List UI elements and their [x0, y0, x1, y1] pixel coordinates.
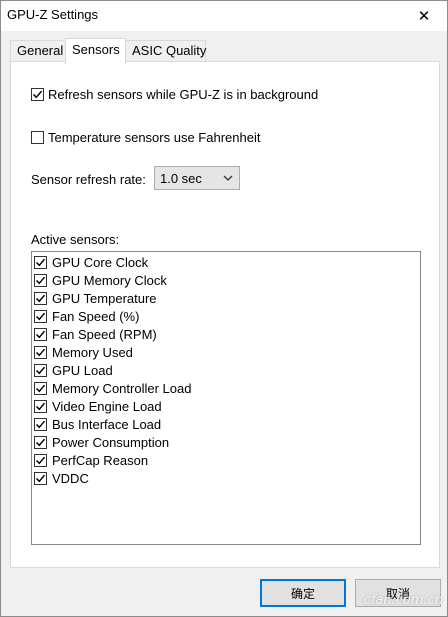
- sensor-checkbox[interactable]: [34, 453, 47, 467]
- sensor-item[interactable]: Bus Interface Load: [34, 415, 161, 433]
- checkmark-icon: [35, 276, 46, 284]
- close-button[interactable]: ✕: [401, 1, 447, 31]
- sensor-label: VDDC: [52, 470, 89, 486]
- close-icon: ✕: [417, 8, 431, 25]
- sensor-item[interactable]: Video Engine Load: [34, 397, 162, 415]
- sensor-checkbox[interactable]: [34, 273, 47, 287]
- sensor-item[interactable]: GPU Temperature: [34, 289, 157, 307]
- sensor-checkbox[interactable]: [34, 309, 47, 323]
- sensor-item[interactable]: VDDC: [34, 469, 89, 487]
- active-sensors-label: Active sensors:: [31, 232, 120, 247]
- sensor-item[interactable]: Memory Controller Load: [34, 379, 191, 397]
- checkmark-icon: [35, 330, 46, 338]
- checkmark-icon: [35, 258, 46, 266]
- active-sensors-list[interactable]: GPU Core Clock GPU Memory Clock GPU Temp…: [31, 251, 421, 545]
- sensor-label: Fan Speed (RPM): [52, 326, 157, 342]
- window-title: GPU-Z Settings: [7, 7, 99, 22]
- sensor-label: PerfCap Reason: [52, 452, 149, 468]
- sensor-checkbox[interactable]: [34, 417, 47, 431]
- refresh-rate-select[interactable]: 1.0 sec: [154, 166, 240, 190]
- checkmark-icon: [35, 420, 46, 428]
- refresh-background-option[interactable]: Refresh sensors while GPU-Z is in backgr…: [31, 87, 318, 102]
- sensor-checkbox[interactable]: [34, 255, 47, 269]
- refresh-background-checkbox[interactable]: [31, 88, 44, 101]
- sensor-checkbox[interactable]: [34, 363, 47, 377]
- sensor-item[interactable]: Fan Speed (RPM): [34, 325, 157, 343]
- sensor-checkbox[interactable]: [34, 345, 47, 359]
- refresh-rate-value: 1.0 sec: [160, 170, 202, 186]
- sensor-label: Power Consumption: [52, 434, 170, 450]
- checkmark-icon: [35, 312, 46, 320]
- settings-window: GPU-Z Settings ✕ General Sensors ASIC Qu…: [0, 0, 448, 617]
- fahrenheit-label: Temperature sensors use Fahrenheit: [48, 130, 261, 145]
- refresh-rate-label: Sensor refresh rate:: [31, 172, 146, 187]
- checkmark-icon: [35, 348, 46, 356]
- sensor-item[interactable]: GPU Load: [34, 361, 113, 379]
- sensor-label: GPU Load: [52, 362, 113, 378]
- sensor-checkbox[interactable]: [34, 435, 47, 449]
- refresh-background-label: Refresh sensors while GPU-Z is in backgr…: [48, 87, 319, 102]
- sensor-label: Fan Speed (%): [52, 308, 140, 324]
- sensor-item[interactable]: Memory Used: [34, 343, 133, 361]
- checkmark-icon: [35, 438, 46, 446]
- sensor-checkbox[interactable]: [34, 381, 47, 395]
- checkmark-icon: [32, 90, 43, 99]
- checkmark-icon: [35, 384, 46, 392]
- fahrenheit-option[interactable]: Temperature sensors use Fahrenheit: [31, 130, 260, 145]
- checkmark-icon: [35, 366, 46, 374]
- sensor-item[interactable]: Power Consumption: [34, 433, 169, 451]
- sensor-item[interactable]: PerfCap Reason: [34, 451, 148, 469]
- chevron-down-icon: [223, 175, 233, 181]
- tab-sensors[interactable]: Sensors: [65, 38, 126, 64]
- sensor-checkbox[interactable]: [34, 327, 47, 341]
- title-bar: GPU-Z Settings ✕: [1, 1, 447, 31]
- tab-general[interactable]: General: [10, 40, 66, 62]
- checkmark-icon: [35, 474, 46, 482]
- sensor-item[interactable]: GPU Memory Clock: [34, 271, 167, 289]
- sensor-label: GPU Memory Clock: [52, 272, 167, 288]
- sensor-checkbox[interactable]: [34, 399, 47, 413]
- sensor-checkbox[interactable]: [34, 291, 47, 305]
- sensors-panel: Refresh sensors while GPU-Z is in backgr…: [10, 61, 440, 568]
- sensor-label: Memory Controller Load: [52, 380, 192, 396]
- sensor-item[interactable]: GPU Core Clock: [34, 253, 148, 271]
- checkmark-icon: [35, 456, 46, 464]
- fahrenheit-checkbox[interactable]: [31, 131, 44, 144]
- watermark: cfan.com.cn: [363, 593, 443, 608]
- sensor-item[interactable]: Fan Speed (%): [34, 307, 139, 325]
- checkmark-icon: [35, 294, 46, 302]
- tab-asic-quality[interactable]: ASIC Quality: [125, 40, 206, 62]
- checkmark-icon: [35, 402, 46, 410]
- sensor-label: Video Engine Load: [52, 398, 162, 414]
- sensor-label: Bus Interface Load: [52, 416, 162, 432]
- ok-button[interactable]: 确定: [260, 579, 346, 607]
- sensor-label: GPU Temperature: [52, 290, 157, 306]
- sensor-label: Memory Used: [52, 344, 133, 360]
- sensor-checkbox[interactable]: [34, 471, 47, 485]
- sensor-label: GPU Core Clock: [52, 254, 149, 270]
